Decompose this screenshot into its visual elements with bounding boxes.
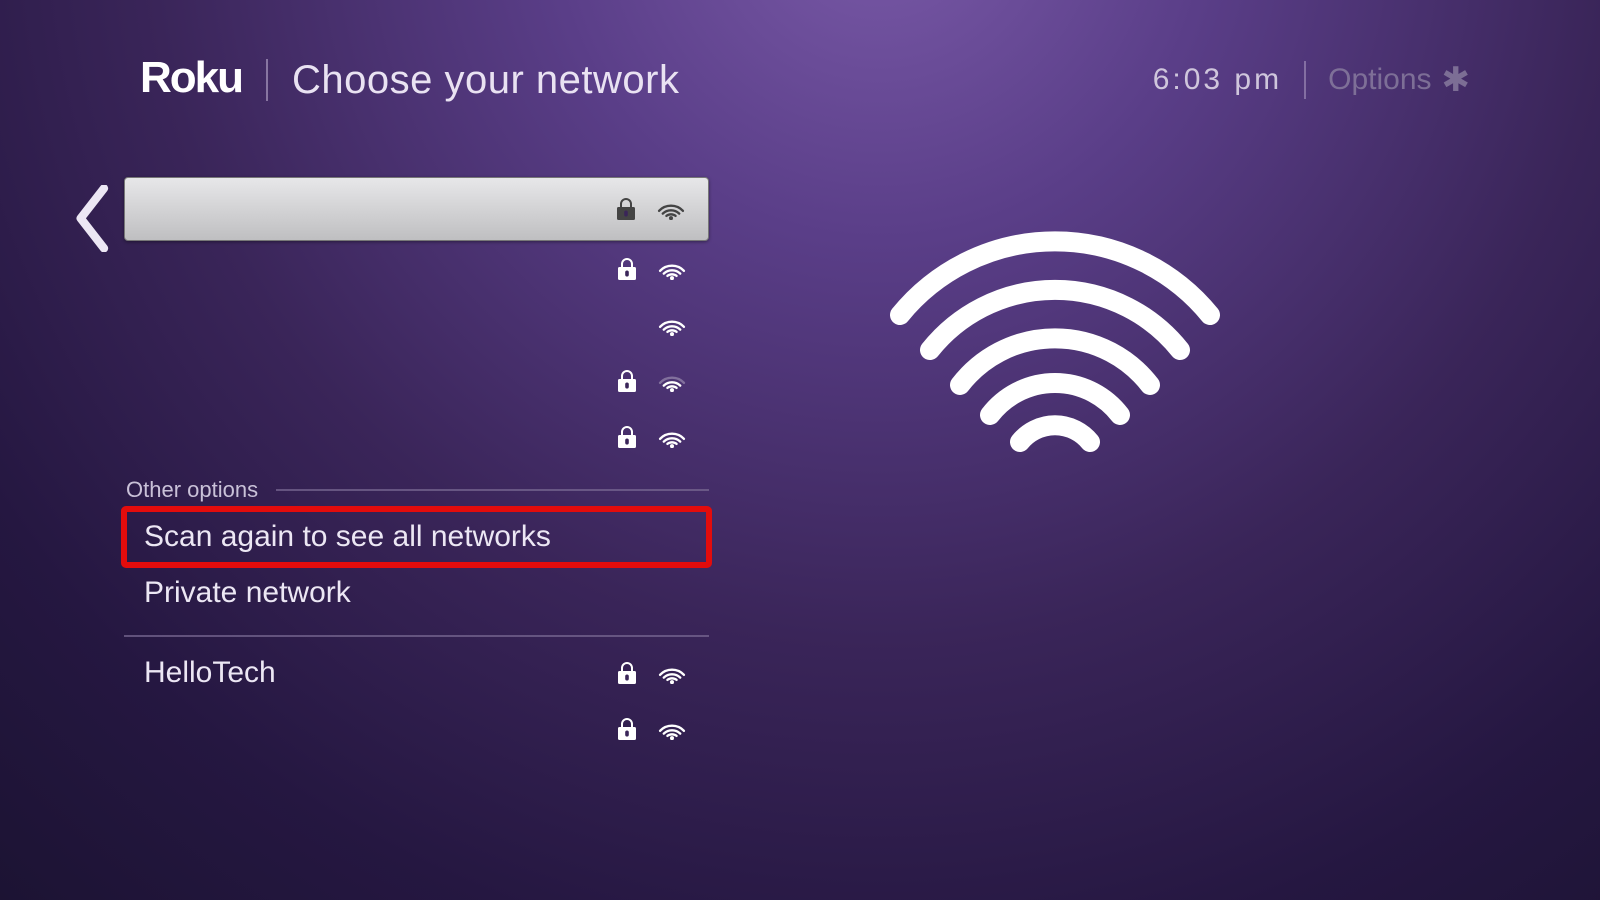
network-row[interactable] (124, 241, 709, 297)
lock-icon (617, 369, 637, 393)
row-icons (617, 425, 689, 449)
lock-icon (617, 257, 637, 281)
header-divider (266, 59, 268, 101)
lock-icon (617, 425, 637, 449)
lock-icon (616, 197, 636, 221)
clock: 6:03 pm (1153, 63, 1282, 97)
option-label: Scan again to see all networks (144, 520, 551, 554)
wifi-signal-icon (655, 370, 689, 392)
other-options-header: Other options (124, 475, 709, 505)
option-label: Private network (144, 576, 351, 610)
more-network-row[interactable]: HelloTech (124, 645, 709, 701)
brand-logo: Roku (140, 56, 242, 104)
row-icons (617, 661, 689, 685)
header: Roku Choose your network 6:03 pm Options… (140, 50, 1470, 110)
back-button[interactable] (74, 185, 114, 233)
network-list: Other options Scan again to see all netwo… (124, 177, 709, 757)
header-divider-right (1304, 61, 1306, 99)
row-icons (655, 314, 689, 336)
section-rule (276, 489, 709, 491)
wifi-signal-icon (655, 314, 689, 336)
row-icons (617, 257, 689, 281)
lock-icon (617, 717, 637, 741)
other-options-label: Other options (124, 477, 264, 503)
asterisk-icon: ✱ (1442, 60, 1471, 100)
row-icons (617, 717, 689, 741)
network-row[interactable] (124, 353, 709, 409)
network-row[interactable] (124, 177, 709, 241)
wifi-signal-icon (655, 426, 689, 448)
network-row[interactable] (124, 297, 709, 353)
lock-icon (617, 661, 637, 685)
network-name: HelloTech (144, 656, 276, 690)
options-button[interactable]: Options (1328, 63, 1431, 97)
wifi-signal-icon (655, 258, 689, 280)
page-title: Choose your network (292, 58, 679, 103)
row-icons (616, 197, 688, 221)
wifi-signal-icon (655, 662, 689, 684)
more-network-row[interactable] (124, 701, 709, 757)
network-row[interactable] (124, 409, 709, 465)
wifi-hero-icon (880, 220, 1230, 470)
scan-again-option[interactable]: Scan again to see all networks (124, 509, 709, 565)
header-right: 6:03 pm Options ✱ (1153, 60, 1470, 100)
section-rule (124, 635, 709, 637)
private-network-option[interactable]: Private network (124, 565, 709, 621)
wifi-signal-icon (655, 718, 689, 740)
row-icons (617, 369, 689, 393)
wifi-signal-icon (654, 198, 688, 220)
